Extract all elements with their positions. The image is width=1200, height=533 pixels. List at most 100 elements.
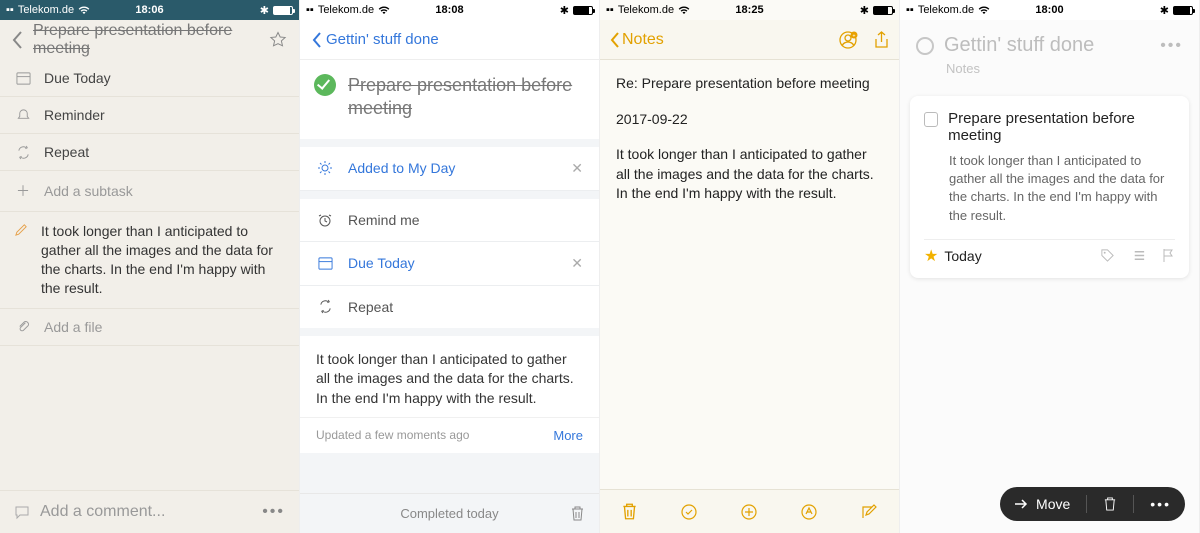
signal-icon: ▪▪ — [306, 4, 314, 16]
calendar-icon — [14, 71, 32, 86]
trash-icon[interactable] — [621, 502, 638, 521]
when-label[interactable]: Today — [944, 248, 981, 264]
chat-icon — [14, 504, 30, 520]
task-title: Prepare presentation before meeting — [948, 110, 1175, 144]
compose-icon[interactable] — [860, 503, 878, 521]
back-label: Gettin' stuff done — [326, 31, 439, 48]
bell-icon — [14, 108, 32, 123]
checklist-icon[interactable] — [680, 503, 698, 521]
move-button[interactable]: Move — [1014, 496, 1070, 512]
trash-icon[interactable] — [570, 505, 585, 522]
project-subtitle: Notes — [900, 59, 1199, 88]
remind-row[interactable]: Remind me — [300, 199, 599, 242]
more-icon[interactable]: ••• — [262, 503, 285, 521]
note-content: It took longer than I anticipated to gat… — [616, 145, 883, 204]
remind-label: Remind me — [348, 212, 420, 228]
check-icon[interactable] — [314, 74, 336, 96]
status-bar: ▪▪ Telekom.de 18:08 ✱ — [300, 0, 599, 20]
task-card[interactable]: Prepare presentation before meeting It t… — [910, 96, 1189, 278]
due-label: Due Today — [348, 255, 415, 271]
battery-icon — [873, 6, 893, 15]
people-icon[interactable]: + — [838, 30, 858, 50]
draw-icon[interactable] — [800, 503, 818, 521]
subtask-label: Add a subtask — [44, 183, 133, 199]
back-label: Notes — [622, 31, 664, 49]
note-text: It took longer than I anticipated to gat… — [316, 351, 574, 406]
project-title: Gettin' stuff done — [944, 34, 1094, 57]
wifi-icon — [78, 6, 90, 15]
new-icon[interactable] — [740, 503, 758, 521]
task-meta-row: ★ Today — [924, 239, 1175, 266]
carrier-label: Telekom.de — [18, 4, 74, 16]
file-label: Add a file — [44, 319, 102, 335]
separator — [1133, 495, 1134, 513]
close-icon[interactable]: ✕ — [571, 255, 583, 272]
bottom-bar: Move ••• — [900, 475, 1199, 533]
svg-text:+: + — [853, 33, 856, 39]
signal-icon: ▪▪ — [606, 4, 614, 16]
wifi-icon — [378, 6, 390, 15]
note-row[interactable]: It took longer than I anticipated to gat… — [0, 212, 299, 309]
back-button[interactable]: Notes — [610, 31, 664, 49]
share-icon[interactable] — [874, 31, 889, 49]
nav-header: Gettin' stuff done — [300, 20, 599, 60]
due-row[interactable]: Due Today — [0, 60, 299, 97]
signal-icon: ▪▪ — [906, 4, 914, 16]
checkbox-icon[interactable] — [924, 112, 938, 127]
move-label: Move — [1036, 496, 1070, 512]
file-row[interactable]: Add a file — [0, 309, 299, 346]
task-title: Prepare presentation before meeting — [33, 22, 259, 58]
more-icon[interactable]: ••• — [1150, 496, 1171, 512]
wifi-icon — [978, 6, 990, 15]
completed-label: Completed today — [400, 506, 498, 521]
star-icon: ★ — [924, 246, 938, 266]
pencil-icon — [14, 222, 29, 237]
status-bar: ▪▪ Telekom.de 18:06 ✱ — [0, 0, 299, 20]
calendar-icon — [316, 256, 334, 271]
reminder-label: Reminder — [44, 107, 105, 123]
back-icon[interactable] — [12, 31, 23, 49]
panel-things: ▪▪ Telekom.de 18:00 ✱ Gettin' stuff done… — [900, 0, 1200, 533]
repeat-row[interactable]: Repeat — [0, 134, 299, 171]
sun-icon — [316, 160, 334, 176]
note-card[interactable]: It took longer than I anticipated to gat… — [300, 336, 599, 417]
repeat-row[interactable]: Repeat — [300, 286, 599, 328]
myday-row[interactable]: Added to My Day ✕ — [300, 147, 599, 191]
status-bar: ▪▪ Telekom.de 18:25 ✱ — [600, 0, 899, 20]
carrier-label: Telekom.de — [318, 4, 374, 16]
action-pill: Move ••• — [1000, 487, 1185, 521]
bluetooth-icon: ✱ — [860, 4, 869, 17]
task-notes: It took longer than I anticipated to gat… — [924, 144, 1175, 235]
star-icon[interactable] — [269, 31, 287, 49]
flag-icon[interactable] — [1162, 248, 1175, 263]
due-row[interactable]: Due Today ✕ — [300, 242, 599, 286]
reminder-row[interactable]: Reminder — [0, 97, 299, 134]
trash-icon[interactable] — [1103, 496, 1117, 512]
note-body[interactable]: Re: Prepare presentation before meeting … — [600, 60, 899, 218]
status-bar: ▪▪ Telekom.de 18:00 ✱ — [900, 0, 1199, 20]
due-label: Due Today — [44, 70, 111, 86]
task-header: Prepare presentation before meeting — [0, 20, 299, 60]
paperclip-icon — [14, 319, 32, 334]
close-icon[interactable]: ✕ — [571, 160, 583, 177]
project-header[interactable]: Gettin' stuff done ••• — [900, 20, 1199, 59]
note-text: It took longer than I anticipated to gat… — [41, 222, 285, 298]
back-button[interactable]: Gettin' stuff done — [312, 31, 439, 48]
battery-icon — [273, 6, 293, 15]
more-link[interactable]: More — [553, 428, 583, 443]
updated-label: Updated a few moments ago — [316, 428, 469, 442]
bluetooth-icon: ✱ — [560, 4, 569, 17]
subtask-row[interactable]: ＋ Add a subtask — [0, 171, 299, 212]
repeat-icon — [316, 299, 334, 314]
bluetooth-icon: ✱ — [1160, 4, 1169, 17]
tag-icon[interactable] — [1100, 248, 1115, 263]
more-icon[interactable]: ••• — [1160, 37, 1183, 55]
carrier-label: Telekom.de — [618, 4, 674, 16]
battery-icon — [573, 6, 593, 15]
panel-wunderlist: ▪▪ Telekom.de 18:06 ✱ Prepare presentati… — [0, 0, 300, 533]
comment-input[interactable]: Add a comment... — [40, 503, 165, 521]
panel-notes: ▪▪ Telekom.de 18:25 ✱ Notes + Re: Prepar… — [600, 0, 900, 533]
carrier-label: Telekom.de — [918, 4, 974, 16]
comment-footer: Add a comment... ••• — [0, 490, 299, 533]
list-icon[interactable] — [1131, 248, 1146, 263]
